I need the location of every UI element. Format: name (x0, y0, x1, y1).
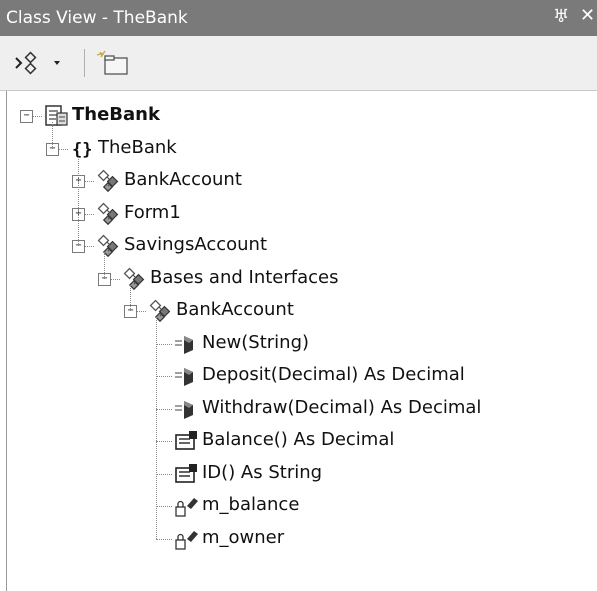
method-icon (174, 332, 200, 356)
method-icon (174, 364, 200, 388)
tree-node-label: Bases and Interfaces (150, 266, 339, 288)
class-icon (122, 267, 148, 291)
tree-node[interactable]: TheBank (44, 100, 597, 132)
tree-connector (156, 473, 172, 475)
tree-node-label: BankAccount (176, 299, 294, 320)
tree-node[interactable]: ID() As String (174, 458, 597, 490)
tree-node[interactable]: Deposit(Decimal) As Decimal (174, 360, 597, 392)
class-icon (96, 202, 122, 226)
tree-node[interactable]: BankAccount (148, 295, 597, 327)
tree-node[interactable]: BankAccount (96, 165, 597, 197)
tree-connector (156, 343, 172, 345)
svg-text:{}: {} (72, 140, 92, 160)
tree-node-label: m_owner (202, 526, 285, 548)
tree-connector (156, 408, 172, 410)
tree-node[interactable]: Bases and Interfaces (122, 263, 597, 295)
tree-node-label: Withdraw(Decimal) As Decimal (202, 396, 482, 418)
tree-connector (130, 284, 131, 311)
tree-node-label: ID() As String (202, 461, 323, 483)
tree-connector (156, 376, 172, 377)
tree-connector (156, 538, 172, 540)
collapse-icon[interactable]: − (20, 110, 33, 123)
class-tree: TheBank −{} TheBank − BankAccount + Form1 + Savi… (0, 0, 597, 591)
tree-connector (52, 122, 53, 149)
property-icon (174, 462, 200, 486)
tree-node-label: Form1 (124, 201, 181, 223)
tree-node[interactable]: m_balance (174, 490, 597, 522)
tree-connector (156, 506, 172, 507)
tree-connector (156, 441, 172, 442)
private-field-icon (174, 494, 200, 518)
method-icon (174, 397, 200, 421)
tree-node-label: BankAccount (124, 169, 242, 190)
property-icon (174, 429, 200, 453)
project-icon (44, 104, 70, 128)
tree-node[interactable]: m_owner (174, 523, 597, 555)
tree-node-label: New(String) (202, 331, 310, 353)
tree-node[interactable]: Form1 (96, 198, 597, 230)
tree-node[interactable]: Balance() As Decimal (174, 425, 597, 457)
class-icon (148, 299, 174, 323)
tree-node-label: SavingsAccount (124, 234, 267, 255)
class-icon (96, 234, 122, 258)
tree-connector (156, 317, 157, 539)
namespace-icon: {} (70, 137, 96, 161)
tree-node-label: Deposit(Decimal) As Decimal (202, 364, 465, 385)
tree-node-label: TheBank (98, 136, 177, 158)
tree-node[interactable]: SavingsAccount (96, 230, 597, 262)
tree-connector (78, 154, 79, 246)
tree-node-label: Balance() As Decimal (202, 429, 395, 450)
tree-node[interactable]: Withdraw(Decimal) As Decimal (174, 393, 597, 425)
tree-connector (104, 252, 105, 279)
class-icon (96, 169, 122, 193)
tree-node-label: TheBank (72, 104, 160, 125)
tree-node-label: m_balance (202, 494, 300, 515)
tree-node[interactable]: New(String) (174, 328, 597, 360)
tree-node[interactable]: {} TheBank (70, 133, 597, 165)
private-field-icon (174, 527, 200, 551)
